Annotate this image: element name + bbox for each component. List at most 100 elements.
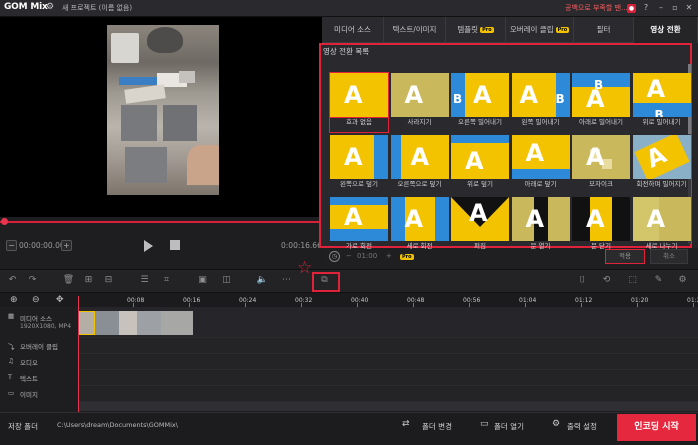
output-settings-icon: ⚙ [552,419,561,429]
output-settings-button[interactable]: 출력 설정 [567,421,597,432]
transition-label: 사라지기 [407,118,432,126]
transition-card[interactable]: A 효과 없음 [329,72,389,135]
split-clip-icon[interactable]: ⊟ [102,274,115,287]
overlay-track[interactable] [78,338,698,354]
crop-icon[interactable]: ⌗ [160,274,173,287]
ruler-tick [693,303,694,307]
transition-card[interactable]: A문 닫기 [572,197,630,259]
media-clip[interactable] [79,311,193,335]
folder-change-icon: ⇄ [402,419,410,429]
transition-label: 문 닫기 [590,242,611,250]
mute-icon[interactable]: 🔈 [256,274,269,287]
transition-icon[interactable]: ⧉ [318,274,331,287]
transition-card[interactable]: A 모자이크 [572,135,630,197]
transition-card[interactable]: A 세로 나누기 [632,197,691,259]
maximize-button[interactable]: ▫ [669,2,681,14]
time-increase-button[interactable]: + [61,240,72,251]
transition-card[interactable]: A B 오른쪽 밀어내기 [451,73,509,135]
tab-overlay-clip[interactable]: 오버레이 클립 Pro [506,17,574,43]
help-button[interactable]: ? [640,2,652,14]
undo-icon[interactable]: ↶ [6,274,19,287]
tab-template[interactable]: 템플릿 Pro [446,17,506,43]
ruler-tick [581,303,582,307]
redo-icon[interactable]: ↷ [26,274,39,287]
ruler-tick-label: 00:16 [183,297,201,304]
adjust-icon[interactable]: ☰ [138,274,151,287]
change-folder-button[interactable]: 폴더 변경 [422,421,452,432]
ruler-tick [357,303,358,307]
edit-icon[interactable]: ✎ [652,274,665,287]
notification-icon[interactable]: ● [627,4,636,13]
split-icon[interactable]: ⌷ [576,274,589,287]
project-title: 새 프로젝트 (이름 없음) [62,4,133,12]
ruler-tick [469,303,470,307]
image-track[interactable] [78,386,698,402]
transition-thumbnail: A [330,135,388,179]
settings-icon[interactable]: ⚙ [676,274,689,287]
ruler-tick [413,303,414,307]
close-button[interactable]: ✕ [683,2,695,14]
transition-card[interactable]: A 세로 회전 [390,197,449,259]
transition-card[interactable]: A 왼쪽으로 덮기 [330,135,388,197]
preview-scrub-track[interactable] [0,221,322,223]
ruler-tick [133,303,134,307]
tab-filter[interactable]: 필터 [574,17,634,43]
transition-card[interactable]: A 오른쪽으로 덮기 [390,135,449,197]
transition-label: 가로 회전 [346,242,372,250]
minimize-button[interactable]: – [655,2,667,14]
transition-thumbnail: A [632,135,691,179]
fit-timeline-icon[interactable]: ✥ [56,295,64,305]
transition-label: 문 열기 [530,242,551,250]
insert-image-icon[interactable]: ▣ [196,274,209,287]
timeline-scrollbar[interactable] [78,402,698,411]
transition-label: 오른쪽으로 덮기 [397,180,442,188]
play-button[interactable] [144,240,153,252]
transition-label: 효과 없음 [329,117,389,133]
transition-card[interactable]: A B 위로 밀어내기 [632,73,691,135]
text-track[interactable] [78,370,698,386]
transition-thumbnail: A [451,197,509,241]
transition-thumbnail: AB [511,73,570,117]
tab-transition[interactable]: 영상 전환 [634,17,698,43]
transition-thumbnail: AB [572,73,630,117]
tab-text-image[interactable]: 텍스트/이미지 [384,17,446,43]
save-icon[interactable]: ⬚ [626,274,639,287]
stop-button[interactable] [170,240,180,250]
audio-separate-icon[interactable]: ⋯ [280,274,293,287]
tab-media-source[interactable]: 미디어 소스 [322,17,384,43]
current-time[interactable]: 00:00:00.00 [19,241,65,250]
transition-card[interactable]: A 아래로 덮기 [511,135,570,197]
transition-card[interactable]: A 위로 덮기 [451,135,509,197]
zoom-in-icon[interactable]: ⊕ [10,295,18,305]
transition-thumbnail: AB [451,73,509,117]
transition-card[interactable]: A B 왼쪽 밀어내기 [511,73,570,135]
audio-track[interactable] [78,354,698,370]
transition-card[interactable]: A 가로 회전 [330,197,388,259]
ruler-tick-label: 00:24 [239,297,257,304]
time-decrease-button[interactable]: − [6,240,17,251]
transition-card[interactable]: A 사라지기 [390,73,449,135]
start-encoding-button[interactable]: 인코딩 시작 [617,414,696,441]
settings-gear-icon[interactable]: ⚙ [46,2,57,13]
delete-icon[interactable]: 🗑 [62,274,75,287]
transition-label: 세로 나누기 [645,242,678,250]
preview-scrub-knob[interactable] [1,218,8,225]
transition-card[interactable]: A문 열기 [511,197,570,259]
add-clip-icon[interactable]: ⊞ [82,274,95,287]
open-folder-button[interactable]: 폴더 열기 [494,421,524,432]
ruler-tick-label: 00:48 [407,297,425,304]
transition-card[interactable]: A 펴짐 [451,197,509,259]
timeline-playhead[interactable] [78,296,79,416]
rotate-icon[interactable]: ⟲ [600,274,613,287]
transition-thumbnail: A [632,197,691,241]
ruler-tick-label: 00:32 [295,297,313,304]
notice-link[interactable]: 공백으로 부족할 땐... [565,3,628,13]
transition-thumbnail: AB [632,73,691,117]
transition-thumbnail: A [390,197,449,241]
transition-card[interactable]: A B 아래로 밀어내기 [572,73,630,135]
zoom-out-icon[interactable]: ⊖ [32,295,40,305]
picture-in-picture-icon[interactable]: ◫ [220,274,233,287]
transition-card[interactable]: A 회전하며 밀어지기 [632,135,691,197]
ruler-tick-label: 01:12 [575,297,593,304]
highlight-star-icon: ☆ [297,258,313,278]
